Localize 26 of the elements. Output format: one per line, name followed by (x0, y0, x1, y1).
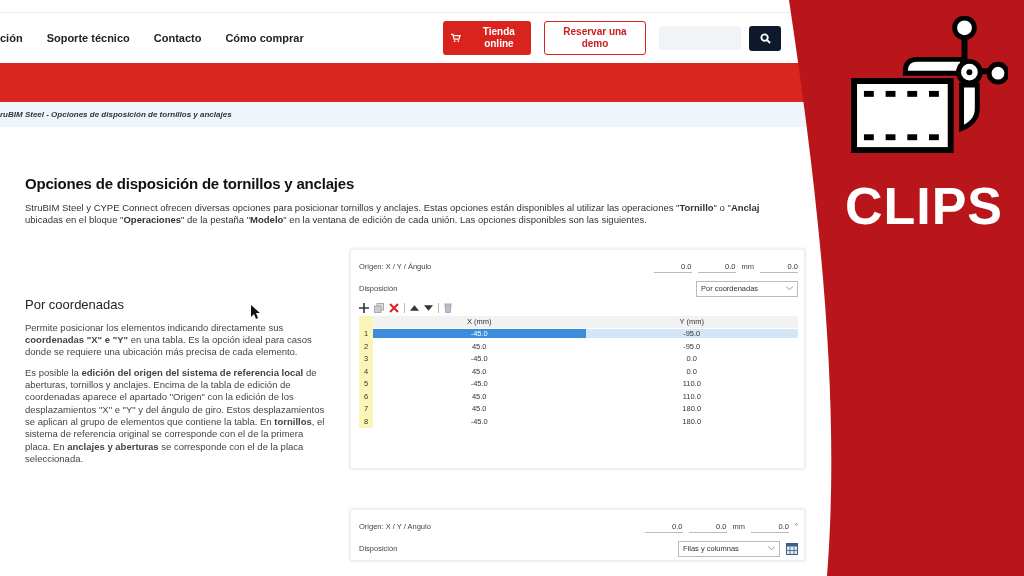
intro-paragraph: StruBIM Steel y CYPE Connect ofrecen diversas opciones para posicionar tornillos y anclajes. Estas opciones están disponibles al utilizar las operaciones "Tornillo" o "Anclaj ubicadas en el bloque "Operaciones" de la pestaña "Modelo" en la ventana de edición de cada unión. Las opciones disponibles son las siguientes. (25, 202, 761, 227)
nav-link[interactable]: Contacto (153, 32, 202, 44)
store-button[interactable]: Tienda online (443, 21, 531, 55)
section-paragraph: Permite posicionar los elementos indicando directamente sus coordenadas "X" e "Y" en una tabla. Es la opción ideal para casos donde se requiere una ubicación más precisa de cada elemento. (25, 321, 313, 359)
delete-icon[interactable] (389, 302, 399, 313)
header-corner-cell (359, 315, 373, 328)
film-scissors-icon (850, 16, 1008, 154)
chevron-down-icon (786, 286, 793, 292)
move-up-icon[interactable] (410, 304, 419, 311)
add-icon[interactable] (359, 302, 369, 313)
nav-link[interactable]: Cómo comprar (225, 32, 304, 44)
move-down-icon[interactable] (424, 304, 433, 311)
breadcrumb: ruBIM Steel - Opciones de disposición de tornillos y anclajes (0, 110, 232, 119)
cursor-icon (251, 305, 261, 319)
article-title: Opciones de disposición de tornillos y anclajes (25, 175, 356, 192)
cart-icon (451, 32, 461, 44)
search-button[interactable] (749, 25, 781, 51)
nav-link[interactable]: ción (0, 32, 23, 44)
demo-button[interactable]: Reservar una demo (544, 21, 646, 55)
table-icon[interactable] (786, 542, 798, 555)
search-icon (759, 32, 771, 44)
section-paragraph: Es posible la edición del origen del sistema de referencia local de aberturas, tornillos y anclajes. Encima de la tabla de edición de coordenadas aparece el apartado "Origen" con la edición de los desplazamientos "X" e "Y" y del ángulo de giro. Estos desplazamientos se aplican al grupo de elementos que contiene la tabla. En tornillos, el sistema de referencia original se corresponde con el de la primera placa. En anclajes y aberturas se corresponde con el de la placa seleccionada. (25, 366, 325, 466)
nav-link[interactable]: Soporte técnico (46, 32, 130, 44)
section-title: Por coordenadas (25, 296, 125, 312)
chevron-down-icon (768, 546, 775, 552)
banner-title: CLIPS (844, 176, 1004, 236)
